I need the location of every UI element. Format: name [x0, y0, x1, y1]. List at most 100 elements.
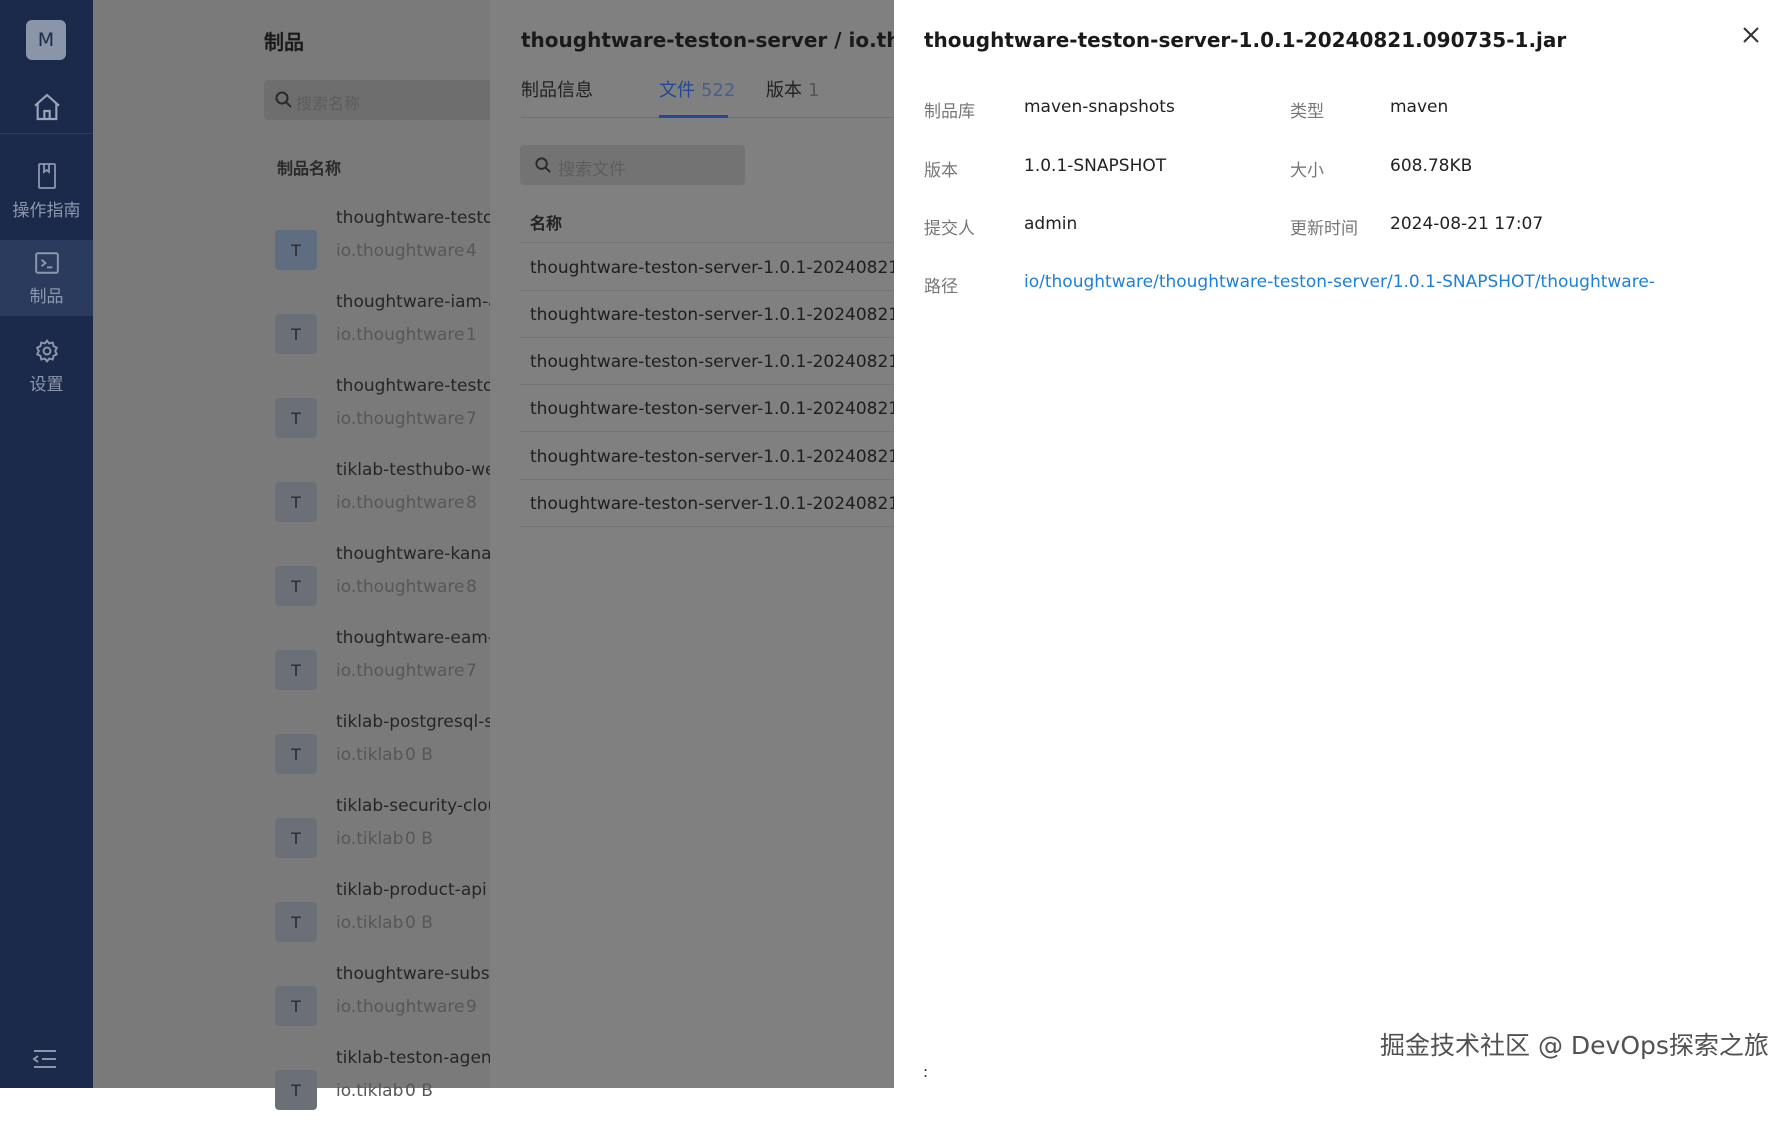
home-button[interactable]: [0, 80, 93, 134]
file-detail-drawer: thoughtware-teston-server-1.0.1-20240821…: [894, 0, 1786, 1088]
artifact-badge: T: [275, 314, 317, 354]
home-icon: [33, 93, 60, 120]
list-item[interactable]: T thoughtware-iam-auth io.thoughtware 1: [275, 292, 490, 376]
list-item[interactable]: T tiklab-testhubo-web io.thoughtware 8: [275, 460, 490, 544]
file-search-input[interactable]: 搜索文件: [520, 145, 745, 185]
terminal-icon: [34, 251, 59, 274]
tab-bar: 制品信息 文件 522 版本 1: [521, 76, 894, 118]
divider: [520, 431, 894, 432]
close-button[interactable]: [1738, 22, 1764, 48]
tab-files[interactable]: 文件 522: [659, 76, 735, 102]
size-label: 大小: [1290, 161, 1324, 181]
nav-item-settings[interactable]: 设置: [0, 328, 93, 404]
artifact-name: thoughtware-iam-auth: [336, 292, 490, 312]
artifact-size: 0 B: [405, 913, 433, 933]
tab-count: 1: [808, 80, 820, 101]
divider: [520, 242, 894, 243]
artifact-size: 9: [466, 997, 477, 1017]
artifact-group: io.thoughtware: [336, 997, 465, 1017]
artifact-size: 0 B: [405, 1081, 433, 1101]
tab-artifact-info[interactable]: 制品信息: [521, 76, 593, 102]
table-row[interactable]: thoughtware-teston-server-1.0.1-20240821…: [530, 352, 894, 372]
artifact-badge: T: [275, 650, 317, 690]
artifact-group: io.tiklab: [336, 745, 404, 765]
artifact-group: io.thoughtware: [336, 577, 465, 597]
table-row[interactable]: thoughtware-teston-server-1.0.1-20240821…: [530, 447, 894, 467]
table-row[interactable]: thoughtware-teston-server-1.0.1-20240821…: [530, 305, 894, 325]
artifact-size: 7: [466, 409, 477, 429]
column-header-name: 名称: [530, 214, 563, 233]
artifact-group: io.tiklab: [336, 829, 404, 849]
committer-label: 提交人: [924, 219, 975, 239]
nav-item-artifacts[interactable]: 制品: [0, 240, 93, 316]
artifact-size: 1: [466, 325, 477, 345]
artifact-name: thoughtware-kanass: [336, 544, 490, 564]
search-icon: [535, 157, 551, 173]
artifact-badge: T: [275, 818, 317, 858]
path-link[interactable]: io/thoughtware/thoughtware-teston-server…: [1024, 272, 1654, 292]
list-item[interactable]: T thoughtware-teston-server io.thoughtwa…: [275, 208, 490, 292]
divider: [520, 290, 894, 291]
table-row[interactable]: thoughtware-teston-server-1.0.1-20240821…: [530, 399, 894, 419]
artifact-size: 7: [466, 661, 477, 681]
artifacts-list-panel: 制品 搜索名称 制品名称 T thoughtware-teston-server…: [93, 0, 504, 1110]
artifact-name: tiklab-postgresql-starter: [336, 712, 490, 732]
collapse-nav-button[interactable]: [32, 1048, 58, 1074]
column-header-name: 制品名称: [277, 159, 342, 178]
artifact-size: 8: [466, 577, 477, 597]
repo-label: 制品库: [924, 102, 975, 122]
nav-item-label: 制品: [29, 286, 64, 307]
tab-label: 制品信息: [521, 80, 593, 101]
search-icon: [275, 91, 292, 108]
bookmark-icon: [37, 162, 56, 189]
nav-item-guide[interactable]: 操作指南: [0, 153, 93, 229]
artifact-badge: T: [275, 734, 317, 774]
artifact-name: thoughtware-teston-server: [336, 208, 490, 228]
artifact-group: io.thoughtware: [336, 241, 465, 261]
path-label: 路径: [924, 277, 958, 297]
files-panel: thoughtware-teston-server / io.thoughtwa…: [490, 0, 894, 1088]
list-item[interactable]: T thoughtware-eam-ui io.thoughtware 7: [275, 628, 490, 712]
menu-collapse-icon: [32, 1050, 56, 1068]
list-item[interactable]: T tiklab-security-cloud io.tiklab 0 B: [275, 796, 490, 880]
tab-count: 522: [701, 80, 736, 101]
artifact-badge: T: [275, 1070, 317, 1110]
artifact-badge: T: [275, 902, 317, 942]
artifact-name: thoughtware-teston-ui: [336, 376, 490, 396]
list-item[interactable]: T tiklab-product-api io.tiklab 0 B: [275, 880, 490, 964]
nav-item-label: 设置: [29, 374, 64, 395]
list-item[interactable]: T tiklab-teston-agent io.tiklab 0 B: [275, 1048, 490, 1132]
list-item[interactable]: T thoughtware-kanass io.thoughtware 8: [275, 544, 490, 628]
type-value: maven: [1390, 97, 1449, 117]
list-item[interactable]: T tiklab-postgresql-starter io.tiklab 0 …: [275, 712, 490, 796]
artifact-badge: T: [275, 482, 317, 522]
breadcrumb: thoughtware-teston-server / io.thoughtwa…: [521, 28, 894, 52]
table-row[interactable]: thoughtware-teston-server-1.0.1-20240821…: [530, 258, 894, 278]
artifact-group: io.thoughtware: [336, 493, 465, 513]
divider: [520, 384, 894, 385]
artifact-badge: T: [275, 986, 317, 1026]
tab-label: 文件: [659, 80, 695, 101]
type-label: 类型: [1290, 102, 1324, 122]
divider: [520, 337, 894, 338]
version-value: 1.0.1-SNAPSHOT: [1024, 156, 1167, 176]
artifact-size: 0 B: [405, 829, 433, 849]
footer-text: :: [923, 1063, 929, 1081]
page-title: 制品: [264, 30, 304, 54]
table-row[interactable]: thoughtware-teston-server-1.0.1-20240821…: [530, 494, 894, 514]
drawer-title: thoughtware-teston-server-1.0.1-20240821…: [924, 28, 1567, 52]
artifact-badge: T: [275, 566, 317, 606]
avatar[interactable]: M: [26, 20, 66, 60]
search-placeholder: 搜索文件: [558, 160, 626, 180]
list-item[interactable]: T thoughtware-subscribe io.thoughtware 9: [275, 964, 490, 1048]
artifact-size: 8: [466, 493, 477, 513]
artifact-search-input[interactable]: 搜索名称: [264, 80, 504, 120]
tab-versions[interactable]: 版本 1: [766, 76, 819, 102]
watermark: 掘金技术社区 @ DevOps探索之旅: [1380, 1031, 1769, 1060]
repo-value: maven-snapshots: [1024, 97, 1175, 117]
divider: [520, 526, 894, 527]
list-item[interactable]: T thoughtware-teston-ui io.thoughtware 7: [275, 376, 490, 460]
artifact-name: thoughtware-subscribe: [336, 964, 490, 984]
active-tab-indicator: [659, 115, 728, 118]
version-label: 版本: [924, 161, 958, 181]
